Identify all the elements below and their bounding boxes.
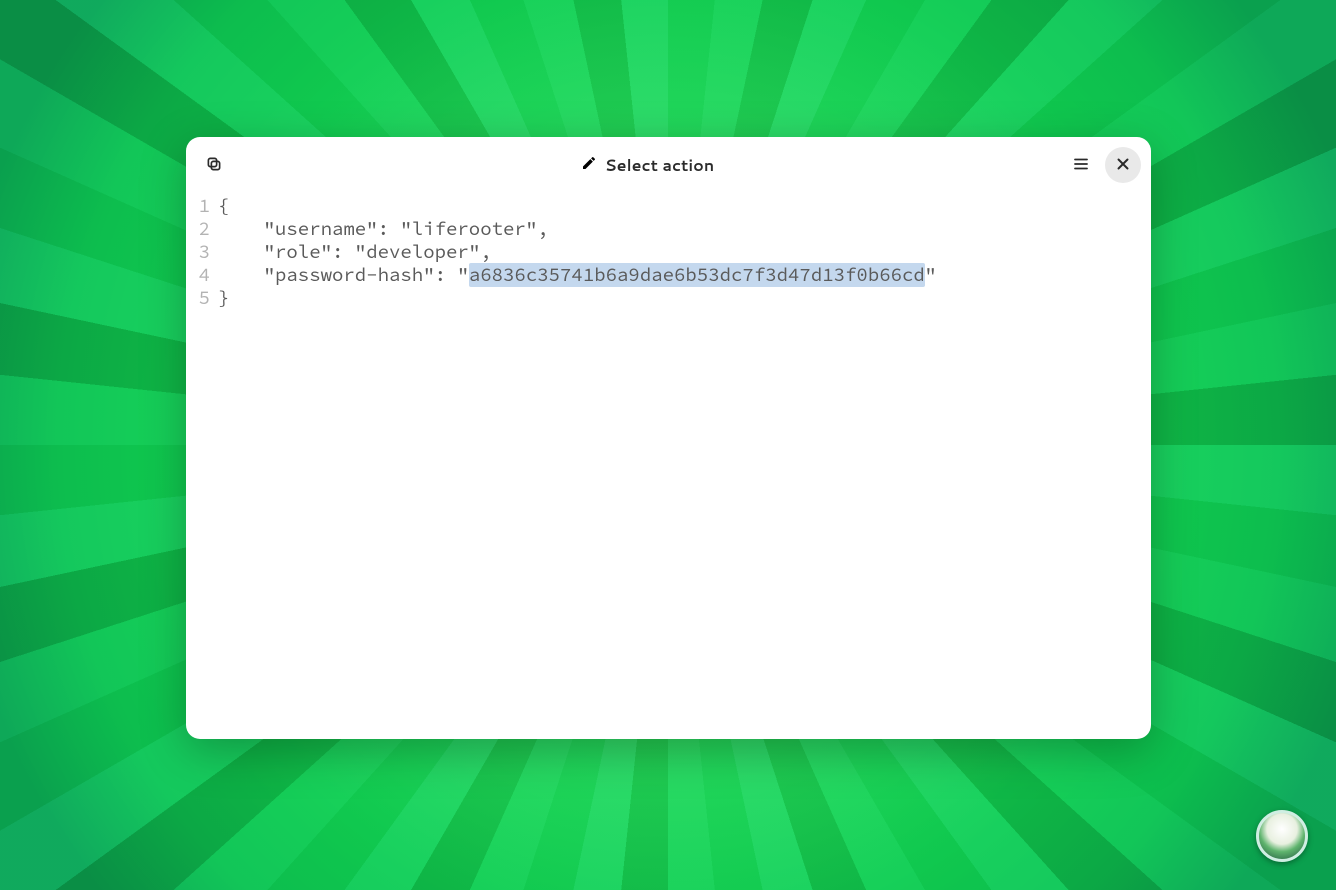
window-titlebar: Select action [186,137,1151,193]
close-icon [1114,155,1132,176]
code-line: 2 "username": "liferooter", [186,218,1151,241]
code-text[interactable]: } [218,287,229,310]
code-block: 1 { 2 "username": "liferooter", 3 "role"… [186,193,1151,310]
textpieces-window: Select action [186,137,1151,739]
close-button[interactable] [1105,147,1141,183]
code-text[interactable]: "password-hash": "a6836c35741b6a9dae6b53… [218,264,936,287]
code-text-pre: "password-hash": " [218,263,469,287]
code-text-post: " [925,263,936,287]
code-line: 3 "role": "developer", [186,241,1151,264]
pencil-icon [581,154,597,177]
menu-button[interactable] [1063,147,1099,183]
code-text[interactable]: "role": "developer", [218,241,492,264]
selected-text[interactable]: a6836c35741b6a9dae6b53dc7f3d47d13f0b66cd [469,263,925,287]
copy-icon [205,155,223,176]
hamburger-icon [1072,155,1090,176]
line-number: 1 [186,195,218,218]
line-number: 4 [186,264,218,287]
window-title: Select action [605,154,714,177]
line-number: 3 [186,241,218,264]
code-line: 4 "password-hash": "a6836c35741b6a9dae6b… [186,264,1151,287]
editor-area[interactable]: 1 { 2 "username": "liferooter", 3 "role"… [186,193,1151,739]
code-text[interactable]: "username": "liferooter", [218,218,549,241]
code-line: 1 { [186,195,1151,218]
copy-button[interactable] [196,147,232,183]
line-number: 2 [186,218,218,241]
line-number: 5 [186,287,218,310]
code-text[interactable]: { [218,195,229,218]
select-action-button[interactable]: Select action [232,154,1063,177]
desktop-badge-icon[interactable] [1256,810,1308,862]
code-line: 5 } [186,287,1151,310]
